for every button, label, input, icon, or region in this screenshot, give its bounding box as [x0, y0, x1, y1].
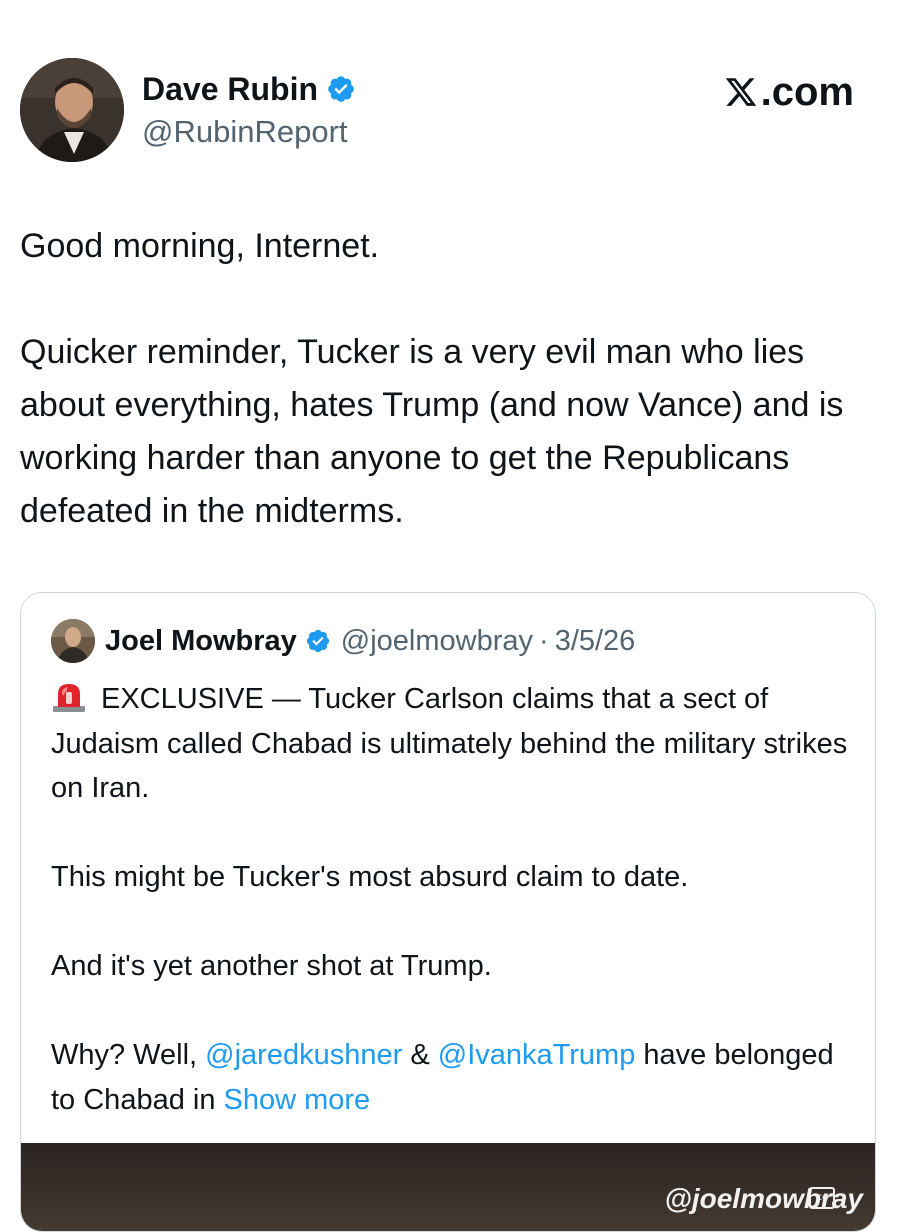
quoted-author-handle[interactable]: @joelmowbray [341, 625, 533, 658]
tweet-paragraph: Good morning, Internet. [20, 227, 380, 265]
tweet-body: Good morning, Internet. Quicker reminder… [20, 220, 880, 538]
x-logo-suffix: .com [760, 70, 854, 114]
show-more-link[interactable]: Show more [224, 1084, 371, 1116]
x-logo: .com [723, 68, 854, 116]
x-logo-icon [725, 78, 756, 106]
mention-link[interactable]: @jaredkushner [205, 1039, 402, 1071]
verified-badge-icon [328, 76, 354, 102]
paragraph-connector: & [402, 1039, 438, 1071]
verified-badge-icon [306, 629, 329, 653]
quoted-paragraph: EXCLUSIVE — Tucker Carlson claims that a… [51, 677, 851, 811]
mention-link[interactable]: @IvankaTrump [438, 1039, 636, 1071]
author-handle[interactable]: @RubinReport [142, 112, 356, 152]
author-display-name[interactable]: Dave Rubin [142, 70, 318, 108]
tweet-header: Dave Rubin @RubinReport .com [20, 58, 878, 162]
quoted-author-display-name[interactable]: Joel Mowbray [105, 625, 297, 658]
author-avatar[interactable] [20, 58, 124, 162]
closed-captions-icon[interactable]: cc [809, 1187, 835, 1209]
quoted-tweet-date[interactable]: 3/5/26 [555, 625, 636, 658]
quoted-tweet-card[interactable]: Joel Mowbray @joelmowbray · 3/5/26 EXCLU… [20, 592, 876, 1232]
quoted-paragraph: This might be Tucker's most absurd claim… [51, 861, 689, 893]
quoted-tweet-media[interactable]: @joelmowbray cc [21, 1143, 875, 1231]
quoted-paragraph: Why? Well, @jaredkushner & @IvankaTrump … [51, 1033, 851, 1122]
quoted-paragraph: And it's yet another shot at Trump. [51, 950, 492, 982]
quoted-paragraph-text: EXCLUSIVE — Tucker Carlson claims that a… [51, 683, 848, 804]
paragraph-prefix: Why? Well, [51, 1039, 206, 1071]
separator-dot: · [539, 624, 549, 657]
quoted-author-avatar[interactable] [51, 619, 95, 663]
siren-emoji-icon [53, 684, 85, 712]
quoted-tweet-body: EXCLUSIVE — Tucker Carlson claims that a… [51, 677, 851, 1122]
quoted-tweet-header: Joel Mowbray @joelmowbray · 3/5/26 [51, 619, 635, 663]
tweet-paragraph: Quicker reminder, Tucker is a very evil … [20, 333, 844, 530]
